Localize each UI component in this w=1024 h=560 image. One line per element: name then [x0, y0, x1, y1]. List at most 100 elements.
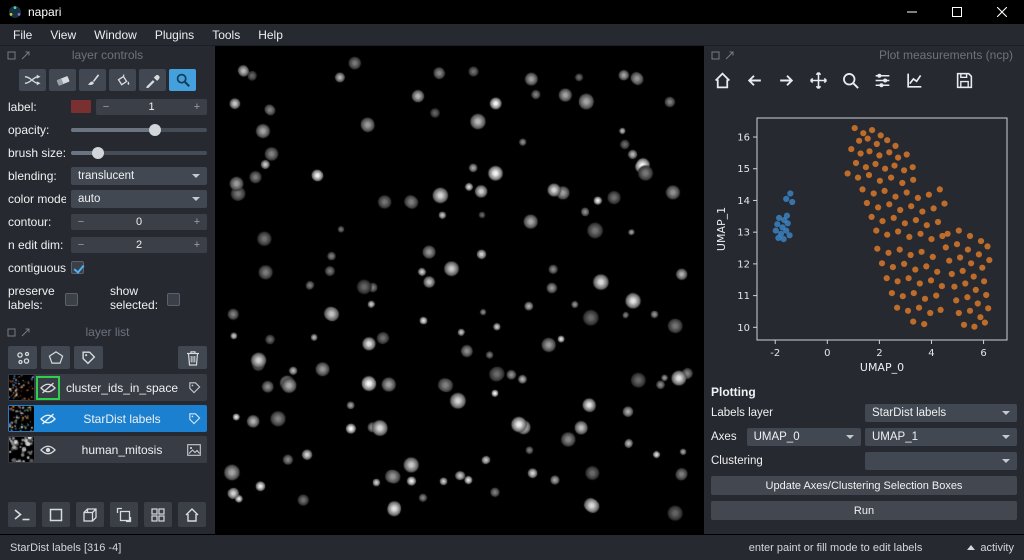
erase-tool-button[interactable] — [49, 69, 76, 91]
float-panel-icon[interactable] — [7, 51, 16, 60]
layer-row-cluster-ids-in-space[interactable]: cluster_ids_in_space — [8, 374, 207, 401]
left-dock: layer controls — [0, 46, 215, 534]
chevron-up-icon — [967, 545, 975, 550]
minimize-button[interactable] — [889, 0, 934, 24]
blending-value: translucent — [78, 170, 134, 182]
plot-subplots-button[interactable] — [873, 71, 892, 90]
titlebar: napari — [0, 0, 1024, 24]
contiguous-checkbox[interactable] — [71, 261, 84, 274]
toggle-ndisplay-button[interactable] — [42, 502, 70, 527]
label-increment-button[interactable]: + — [187, 101, 207, 113]
plot-forward-button[interactable] — [777, 71, 796, 90]
fill-tool-button[interactable] — [109, 69, 136, 91]
run-button[interactable]: Run — [711, 501, 1017, 520]
transpose-dimensions-button[interactable] — [110, 502, 138, 527]
maximize-button[interactable] — [934, 0, 979, 24]
arrow-right-icon — [777, 71, 796, 90]
contiguous-row: contiguous: — [0, 256, 215, 279]
new-labels-layer-button[interactable] — [74, 346, 103, 369]
shuffle-colors-button[interactable] — [19, 69, 46, 91]
visibility-toggle[interactable] — [38, 378, 58, 398]
clustering-select[interactable] — [865, 452, 1017, 470]
float-panel-icon[interactable] — [7, 328, 16, 337]
preserve-labels-checkbox[interactable] — [65, 293, 78, 306]
labels-layer-select[interactable]: StarDist labels — [865, 404, 1017, 422]
paint-tool-button[interactable] — [79, 69, 106, 91]
sliders-icon — [873, 71, 892, 90]
axis-x-select[interactable]: UMAP_0 — [747, 428, 861, 446]
pick-color-button[interactable] — [139, 69, 166, 91]
plot-figure-options-button[interactable] — [905, 71, 924, 90]
plot-zoom-button[interactable] — [841, 71, 860, 90]
console-button[interactable] — [8, 502, 36, 527]
svg-text:UMAP_0: UMAP_0 — [860, 361, 904, 374]
n-edit-dim-decrement-button[interactable]: − — [71, 239, 91, 251]
visibility-toggle[interactable] — [38, 409, 58, 429]
plot-pan-button[interactable] — [809, 71, 828, 90]
microscopy-image-canvas[interactable] — [215, 46, 704, 534]
chevron-down-icon — [1002, 459, 1010, 463]
close-button[interactable] — [979, 0, 1024, 24]
n-edit-dim-increment-button[interactable]: + — [187, 239, 207, 251]
brush-size-slider[interactable] — [71, 146, 207, 160]
menu-file[interactable]: File — [4, 28, 41, 42]
contour-row: contour: − 0 + — [0, 210, 215, 233]
menubar: File View Window Plugins Tools Help — [0, 24, 1024, 46]
hide-panel-icon[interactable] — [21, 328, 30, 337]
clustering-label: Clustering — [711, 455, 763, 467]
menu-plugins[interactable]: Plugins — [146, 28, 203, 42]
show-selected-checkbox[interactable] — [167, 293, 180, 306]
umap-scatter-plot[interactable]: -2024610111213141516UMAP_0UMAP_1 — [713, 110, 1015, 378]
label-field-label: label: — [8, 100, 66, 114]
menu-tools[interactable]: Tools — [203, 28, 249, 42]
roll-dimensions-button[interactable] — [76, 502, 104, 527]
opacity-slider[interactable] — [71, 123, 207, 137]
close-icon — [997, 7, 1007, 17]
svg-text:11: 11 — [737, 291, 750, 302]
menu-help[interactable]: Help — [249, 28, 292, 42]
contour-decrement-button[interactable]: − — [71, 216, 91, 228]
labels-layer-value: StarDist labels — [872, 407, 946, 419]
delete-layer-button[interactable] — [178, 346, 207, 369]
label-value[interactable]: 1 — [116, 101, 187, 113]
contour-spinbox: − 0 + — [71, 214, 207, 230]
slider-fill — [71, 128, 155, 132]
visibility-toggle[interactable] — [38, 440, 58, 460]
trash-icon — [186, 350, 200, 366]
layer-row-human-mitosis[interactable]: human_mitosis — [8, 436, 207, 463]
hide-panel-icon[interactable] — [725, 51, 734, 60]
menu-window[interactable]: Window — [85, 28, 146, 42]
activity-button[interactable]: activity — [967, 542, 1014, 554]
plot-home-button[interactable] — [713, 71, 732, 90]
fill-bucket-icon — [115, 73, 131, 88]
plot-back-button[interactable] — [745, 71, 764, 90]
hide-panel-icon[interactable] — [21, 51, 30, 60]
axis-y-select[interactable]: UMAP_1 — [865, 428, 1017, 446]
label-decrement-button[interactable]: − — [96, 101, 116, 113]
home-reset-view-button[interactable] — [178, 502, 206, 527]
viewer-canvas[interactable] — [215, 46, 704, 534]
contour-increment-button[interactable]: + — [187, 216, 207, 228]
n-edit-dim-value[interactable]: 2 — [91, 239, 187, 251]
axes-label: Axes — [711, 431, 737, 443]
color-mode-select[interactable]: auto — [71, 190, 207, 208]
new-shapes-layer-button[interactable] — [41, 346, 70, 369]
blending-select[interactable]: translucent — [71, 167, 207, 185]
viewer-buttons-row — [0, 496, 215, 534]
pan-zoom-tool-button[interactable] — [169, 69, 196, 91]
layer-row-stardist-labels[interactable]: StarDist labels — [8, 405, 207, 432]
slider-handle[interactable] — [149, 124, 161, 136]
slider-handle[interactable] — [92, 147, 104, 159]
layer-name: StarDist labels — [62, 412, 182, 426]
contour-value[interactable]: 0 — [91, 216, 187, 228]
update-axes-clustering-button[interactable]: Update Axes/Clustering Selection Boxes — [711, 476, 1017, 495]
menu-view[interactable]: View — [41, 28, 85, 42]
float-panel-icon[interactable] — [711, 51, 720, 60]
statusbar: StarDist labels [316 -4] enter paint or … — [0, 534, 1024, 560]
grid-view-button[interactable] — [144, 502, 172, 527]
label-color-swatch[interactable] — [71, 100, 91, 113]
layer-thumbnail — [9, 437, 34, 462]
new-points-layer-button[interactable] — [8, 346, 37, 369]
plot-save-button[interactable] — [955, 71, 974, 90]
paintbrush-icon — [85, 73, 100, 88]
